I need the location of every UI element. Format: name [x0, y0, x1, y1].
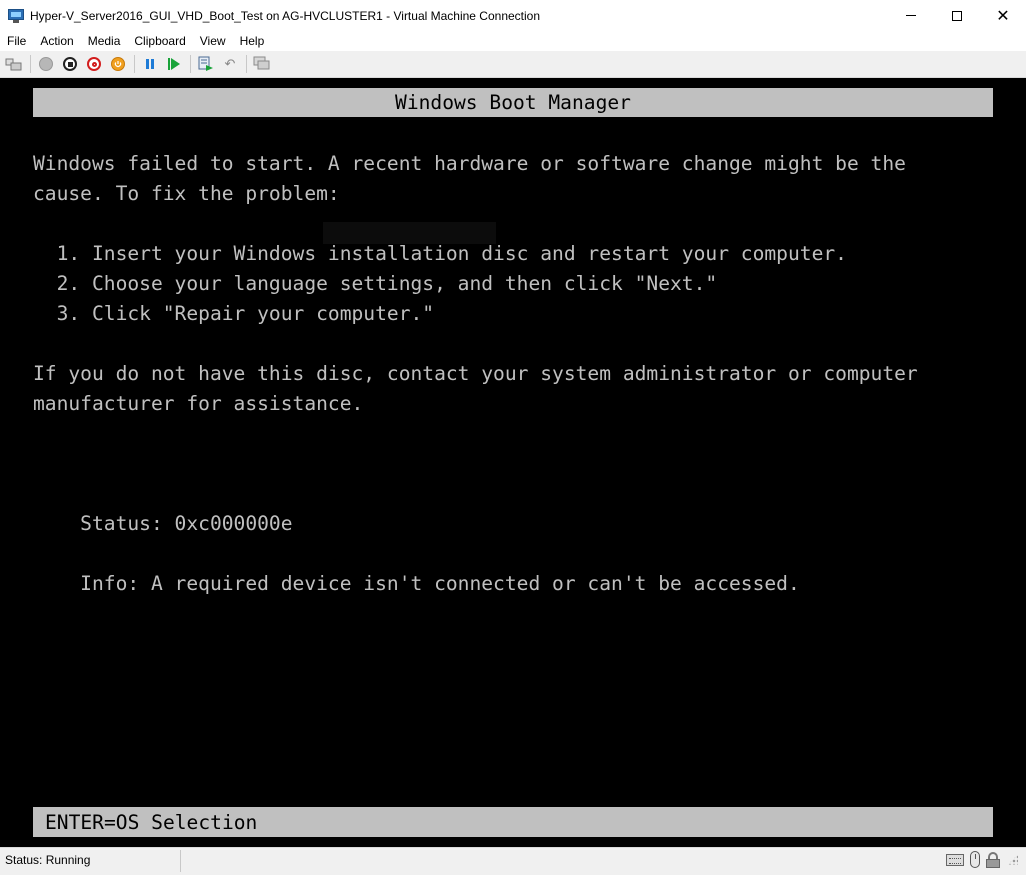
turn-off-button[interactable] [60, 54, 80, 74]
save-button[interactable] [108, 54, 128, 74]
close-button[interactable]: ✕ [980, 0, 1026, 31]
checkpoint-button[interactable] [196, 54, 216, 74]
start-button[interactable] [36, 54, 56, 74]
reset-icon [168, 58, 180, 70]
enhanced-session-button[interactable] [252, 54, 272, 74]
shut-down-button[interactable] [84, 54, 104, 74]
error-info: Info: A required device isn't connected … [33, 572, 800, 595]
start-icon [39, 57, 53, 71]
toolbar-separator [190, 55, 191, 73]
checkpoint-icon [198, 56, 213, 71]
window-title: Hyper-V_Server2016_GUI_VHD_Boot_Test on … [30, 8, 541, 23]
error-message-line-1: Windows failed to start. A recent hardwa… [33, 152, 906, 175]
vm-connection-window: Hyper-V_Server2016_GUI_VHD_Boot_Test on … [0, 0, 1026, 875]
menu-bar: File Action Media Clipboard View Help [0, 31, 1026, 51]
shut-down-icon [87, 57, 101, 71]
maximize-button[interactable] [934, 0, 980, 31]
status-bar: Status: Running [0, 847, 1026, 875]
minimize-icon [906, 15, 916, 16]
boot-manager-footer: ENTER=OS Selection [33, 807, 993, 837]
status-separator [180, 850, 181, 872]
enhanced-session-icon [253, 56, 270, 70]
vm-display[interactable]: Windows Boot Manager Windows failed to s… [0, 78, 1026, 847]
menu-media[interactable]: Media [81, 31, 128, 51]
revert-icon: ↶ [224, 56, 236, 72]
revert-button[interactable]: ↶ [220, 54, 240, 74]
reset-button[interactable] [164, 54, 184, 74]
pause-button[interactable] [140, 54, 160, 74]
vm-connection-icon [8, 8, 24, 24]
maximize-icon [952, 10, 962, 21]
boot-manager-header: Windows Boot Manager [33, 88, 993, 117]
toolbar-separator [246, 55, 247, 73]
close-icon: ✕ [996, 6, 1010, 25]
menu-view[interactable]: View [193, 31, 233, 51]
menu-clipboard[interactable]: Clipboard [127, 31, 192, 51]
ctrl-alt-del-button[interactable] [4, 54, 24, 74]
assistance-line-1: If you do not have this disc, contact yo… [33, 362, 918, 385]
status-code: Status: 0xc000000e [33, 512, 293, 535]
menu-help[interactable]: Help [233, 31, 272, 51]
caption-buttons: ✕ [888, 0, 1026, 31]
ghost-overlay [323, 222, 496, 244]
save-icon [111, 57, 125, 71]
toolbar-separator [30, 55, 31, 73]
fix-step-1: 1. Insert your Windows installation disc… [33, 242, 847, 265]
menu-action[interactable]: Action [33, 31, 80, 51]
assistance-line-2: manufacturer for assistance. [33, 392, 364, 415]
lock-icon [986, 851, 1000, 868]
toolbar-separator [134, 55, 135, 73]
toolbar: ↶ [0, 51, 1026, 78]
error-message-line-2: cause. To fix the problem: [33, 182, 340, 205]
title-bar[interactable]: Hyper-V_Server2016_GUI_VHD_Boot_Test on … [0, 0, 1026, 31]
fix-step-2: 2. Choose your language settings, and th… [33, 272, 718, 295]
ctrl-alt-del-icon [5, 58, 22, 71]
minimize-button[interactable] [888, 0, 934, 31]
vm-status: Status: Running [5, 853, 91, 867]
resize-grip-icon[interactable] [1008, 855, 1018, 865]
pause-icon [146, 59, 154, 69]
fix-step-3: 3. Click "Repair your computer." [33, 302, 435, 325]
menu-file[interactable]: File [0, 31, 33, 51]
turn-off-icon [63, 57, 77, 71]
mouse-icon [970, 851, 980, 868]
keyboard-icon [946, 853, 964, 866]
status-icons [946, 851, 1018, 868]
